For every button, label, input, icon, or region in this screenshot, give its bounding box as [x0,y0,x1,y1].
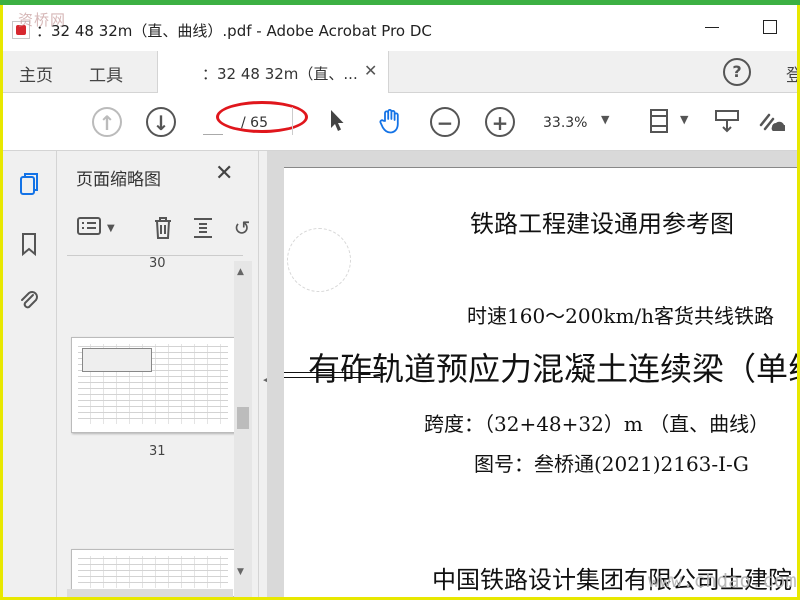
extract-page-icon[interactable] [190,215,216,241]
menu-tab-row: 主页 工具 ：32 48 32m（直、... ✕ ? 登 [3,51,800,93]
fit-page-icon[interactable] [644,107,674,137]
window-top-accent [0,0,800,5]
toolbar-divider [292,107,293,135]
scroll-down-icon[interactable]: ▼ [237,567,244,577]
left-navigation-bar [3,151,57,597]
zoom-level[interactable]: 33.3% [543,115,587,131]
rotate-page-icon[interactable]: ↺ [229,215,255,241]
red-annotation-oval [216,101,308,133]
document-tab-label: ：32 48 32m（直、... [202,65,358,83]
delete-page-icon[interactable] [150,215,176,241]
select-cursor-icon[interactable] [322,107,352,137]
doc-rule [284,372,380,378]
faint-stamp [287,228,351,292]
document-page: 铁路工程建设通用参考图 时速160～200km/h客货共线铁路 有砟轨道预应力混… [284,167,797,597]
options-dropdown-icon[interactable]: ▼ [107,223,115,234]
document-tab[interactable]: ：32 48 32m（直、... ✕ [157,51,389,93]
thumbnail-label: 30 [149,256,166,271]
hand-tool-icon[interactable] [375,107,405,137]
attachment-icon[interactable] [15,287,43,315]
thumbnail-content [78,556,228,588]
thumbnail-drawing [82,348,152,372]
page-thumbnails-panel: 页面缩略图 ✕ ▼ ↺ 30 31 ▲ ▼ [57,151,259,597]
bookmark-icon[interactable] [15,231,43,259]
page-thumbnails-icon[interactable] [15,171,43,199]
sign-in-link[interactable]: 登 [786,61,800,86]
doc-heading: 铁路工程建设通用参考图 [470,210,734,238]
thumbnail-label: 31 [149,444,166,459]
panel-title: 页面缩略图 [76,170,161,190]
menu-tools[interactable]: 工具 [89,61,123,86]
fit-page-dropdown-icon[interactable]: ▼ [680,113,688,126]
horizontal-scrollbar[interactable] [67,589,233,597]
maximize-button[interactable] [754,15,784,39]
close-panel-icon[interactable]: ✕ [215,161,233,186]
share-link-icon[interactable] [755,107,787,137]
main-toolbar: ↑ ↓ / 65 − + 33.3% ▼ ▼ [3,93,797,151]
scroll-up-icon[interactable]: ▲ [237,267,244,277]
close-tab-icon[interactable]: ✕ [364,61,377,80]
zoom-out-icon[interactable]: − [430,107,460,137]
menu-home[interactable]: 主页 [19,61,53,86]
thumbnail-options-icon[interactable] [76,215,102,241]
window-title: ：32 48 32m（直、曲线）.pdf - Adobe Acrobat Pro… [36,22,432,40]
document-view[interactable]: 铁路工程建设通用参考图 时速160～200km/h客货共线铁路 有砟轨道预应力混… [267,151,797,597]
scrollbar-thumb[interactable] [237,407,249,429]
doc-span: 跨度：（32+48+32）m （直、曲线） [424,412,770,436]
minimize-button[interactable] [697,15,727,39]
next-page-icon[interactable]: ↓ [146,107,176,137]
doc-main-title: 有砟轨道预应力混凝土连续梁（单线 [308,350,797,388]
previous-page-icon[interactable]: ↑ [92,107,122,137]
scroll-mode-icon[interactable] [712,107,742,137]
thumbnail-scrollbar[interactable] [234,261,252,597]
zoom-in-icon[interactable]: + [485,107,515,137]
title-bar: 资桥网 ：32 48 32m（直、曲线）.pdf - Adobe Acrobat… [0,5,800,51]
help-icon[interactable]: ? [723,58,751,86]
doc-drawing-number: 图号：叁桥通(2021)2163-Ⅰ-G [474,452,749,476]
doc-subtitle: 时速160～200km/h客货共线铁路 [467,304,775,328]
site-watermark-bottom: www.chdao.com [648,570,797,592]
zoom-dropdown-icon[interactable]: ▼ [601,113,609,126]
page-thumbnail[interactable] [71,337,235,433]
